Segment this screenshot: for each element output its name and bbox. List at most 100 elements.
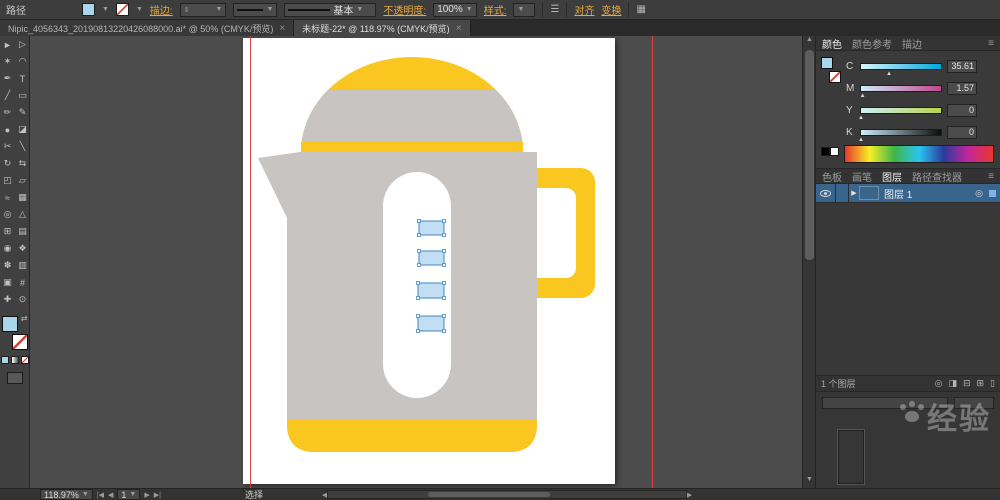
layer-lock-toggle[interactable] — [836, 183, 849, 203]
pen-tool[interactable]: ✒ — [0, 70, 15, 87]
selection-tool[interactable]: ► — [0, 36, 15, 53]
tab-layers[interactable]: 图层 — [882, 169, 902, 184]
blend-mode-select[interactable] — [822, 397, 948, 409]
scale-tool[interactable]: ◰ — [0, 172, 15, 189]
document-tab-1[interactable]: Nipic_4056343_20190813220426088000.ai* @… — [0, 20, 295, 36]
hand-tool[interactable]: ✚ — [0, 291, 15, 308]
zoom-tool[interactable]: ⊙ — [15, 291, 30, 308]
magenta-value[interactable]: 1.57 — [947, 81, 977, 95]
yellow-slider[interactable]: ▲ — [858, 106, 942, 121]
brush-definition-select[interactable]: 基本 ▼ — [284, 2, 377, 17]
layer-target-icon[interactable]: ◎ — [975, 188, 983, 199]
blob-brush-tool[interactable]: ● — [0, 121, 15, 138]
layer-thumbnail[interactable] — [859, 186, 879, 200]
reflect-tool[interactable]: ⇆ — [15, 155, 30, 172]
last-artboard-icon[interactable]: ▶| — [154, 491, 161, 499]
tab-close-icon[interactable]: × — [456, 23, 462, 34]
scissors-tool[interactable]: ✂ — [0, 138, 15, 155]
symbol-sprayer-tool[interactable]: ✽ — [0, 257, 15, 274]
stroke-weight-spinner-icon[interactable]: ⇕ — [184, 6, 190, 14]
locate-object-icon[interactable]: ◎ — [935, 378, 943, 389]
new-layer-icon[interactable]: ⊞ — [977, 378, 985, 389]
scroll-right-icon[interactable]: ▶ — [687, 491, 692, 499]
panel-menu-icon[interactable]: ≡ — [988, 38, 994, 49]
kettle-base-shape[interactable] — [287, 420, 537, 452]
black-slider-handle[interactable]: ▲ — [858, 137, 864, 143]
kettle-stripe-shape[interactable] — [301, 142, 523, 152]
artboard-nav-select[interactable]: 1 ▼ — [117, 489, 141, 500]
horizontal-scroll-thumb[interactable] — [428, 492, 550, 497]
slice-tool[interactable]: # — [15, 274, 30, 291]
panel-opacity-input[interactable] — [954, 397, 994, 409]
layer-row[interactable]: ▶ 图层 1 ◎ — [816, 183, 1000, 203]
eraser-tool[interactable]: ◪ — [15, 121, 30, 138]
document-tab-2[interactable]: 未标题-22* @ 118.97% (CMYK/预览) × — [294, 20, 471, 36]
perspective-grid-tool[interactable]: △ — [15, 206, 30, 223]
fill-color-swatch[interactable] — [82, 3, 95, 16]
fill-dropdown-icon[interactable]: ▼ — [102, 6, 109, 13]
level-mark-2[interactable] — [418, 250, 445, 266]
swap-fill-stroke-icon[interactable]: ⇄ — [21, 314, 28, 323]
artwork-preview-thumbnail[interactable] — [838, 430, 864, 484]
gradient-tool[interactable]: ▤ — [15, 223, 30, 240]
style-link[interactable]: 样式: — [484, 2, 507, 17]
black-slider[interactable]: ▲ — [858, 128, 942, 143]
arrange-documents-icon[interactable]: ▦ — [636, 4, 645, 15]
delete-layer-icon[interactable]: ▯ — [990, 378, 995, 389]
level-mark-3[interactable] — [417, 282, 445, 299]
tab-color-guide[interactable]: 颜色参考 — [852, 36, 892, 51]
shape-builder-tool[interactable]: ◎ — [0, 206, 15, 223]
gradient-mode-button[interactable] — [10, 356, 19, 364]
pencil-tool[interactable]: ✎ — [15, 104, 30, 121]
opacity-link[interactable]: 不透明度: — [383, 2, 426, 17]
next-artboard-icon[interactable]: ▶ — [144, 491, 149, 499]
stroke-panel-link[interactable]: 描边: — [150, 2, 173, 17]
blend-tool[interactable]: ❖ — [15, 240, 30, 257]
black-swatch[interactable] — [821, 147, 830, 156]
stroke-weight-dropdown-icon[interactable]: ▼ — [216, 6, 223, 13]
style-select[interactable]: ▼ — [513, 2, 536, 17]
white-swatch[interactable] — [830, 147, 839, 156]
width-profile-dropdown-icon[interactable]: ▼ — [266, 6, 273, 13]
stroke-proxy-swatch[interactable] — [11, 334, 28, 350]
layer-visibility-toggle[interactable] — [816, 183, 836, 203]
tab-brushes[interactable]: 画笔 — [852, 169, 872, 184]
vertical-scroll-thumb[interactable] — [805, 50, 814, 260]
color-stroke-proxy[interactable] — [829, 71, 841, 83]
tab-pathfinder[interactable]: 路径查找器 — [912, 169, 962, 184]
scroll-down-icon[interactable]: ▼ — [803, 476, 815, 488]
canvas-area[interactable]: ▲ ▼ — [30, 36, 815, 488]
free-transform-tool[interactable]: ▦ — [15, 189, 30, 206]
direct-selection-tool[interactable]: ▷ — [15, 36, 30, 53]
align-panel-link[interactable]: 对齐 — [574, 2, 594, 17]
opacity-input[interactable]: 100% ▼ — [433, 2, 477, 17]
type-tool[interactable]: T — [15, 70, 30, 87]
layer-expand-icon[interactable]: ▶ — [849, 189, 859, 197]
opacity-dropdown-icon[interactable]: ▼ — [466, 6, 473, 13]
color-fill-proxy[interactable] — [821, 57, 833, 69]
transform-panel-link[interactable]: 变换 — [601, 2, 621, 17]
layer-selection-indicator[interactable] — [989, 189, 996, 197]
black-value[interactable]: 0 — [947, 125, 977, 139]
tab-stroke[interactable]: 描边 — [902, 36, 922, 51]
fill-proxy-swatch[interactable] — [1, 316, 18, 332]
rotate-tool[interactable]: ↻ — [0, 155, 15, 172]
width-profile-select[interactable]: ▼ — [233, 2, 278, 17]
magenta-slider-handle[interactable]: ▲ — [860, 93, 866, 99]
stroke-weight-input[interactable]: ⇕ ▼ — [179, 2, 227, 17]
brush-dropdown-icon[interactable]: ▼ — [356, 6, 363, 13]
yellow-value[interactable]: 0 — [947, 103, 977, 117]
paintbrush-tool[interactable]: ✏ — [0, 104, 15, 121]
make-mask-icon[interactable]: ◨ — [948, 378, 957, 389]
knife-tool[interactable]: ╲ — [15, 138, 30, 155]
lasso-tool[interactable]: ◠ — [15, 53, 30, 70]
style-dropdown-icon[interactable]: ▼ — [517, 6, 524, 13]
vertical-scrollbar[interactable]: ▲ ▼ — [802, 36, 815, 488]
scroll-up-icon[interactable]: ▲ — [803, 36, 815, 48]
prev-artboard-icon[interactable]: ◀ — [108, 491, 113, 499]
zoom-select[interactable]: 118.97% ▼ — [40, 489, 93, 500]
column-graph-tool[interactable]: ▥ — [15, 257, 30, 274]
artboard-dropdown-icon[interactable]: ▼ — [129, 491, 136, 498]
zoom-dropdown-icon[interactable]: ▼ — [82, 491, 89, 498]
yellow-slider-handle[interactable]: ▲ — [858, 115, 864, 121]
